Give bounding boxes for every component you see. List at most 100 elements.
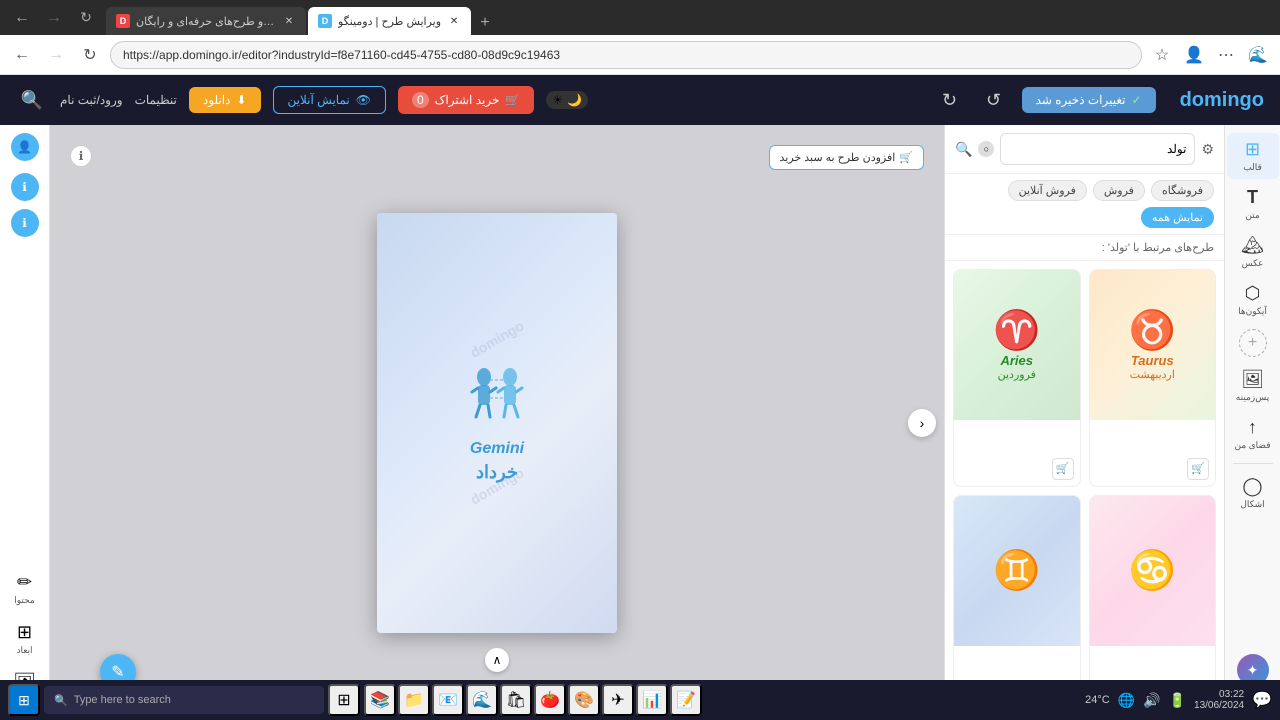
bg-icon: 🖼 [1241,369,1264,390]
notification-btn[interactable]: 💬 [1252,690,1272,710]
taskbar-file-btn[interactable]: 📁 [398,684,430,716]
aries-template-image: ♈ Aries فروردین [954,270,1080,420]
more-icon[interactable]: ⋯ [1212,41,1240,69]
address-input[interactable] [110,41,1142,69]
browser-controls: ← → ↻ [8,4,100,32]
show-all-btn[interactable]: نمایش همه [1141,207,1214,228]
bookmark-icon[interactable]: ☆ [1148,41,1176,69]
browser-tab-2[interactable]: D ویرایش طرح | دومینگو ✕ [308,7,471,35]
taskbar-pomodoro-btn[interactable]: 🍅 [534,684,566,716]
taskbar-excel-btn[interactable]: 📊 [636,684,668,716]
tab1-close[interactable]: ✕ [282,14,296,28]
search-header-icon[interactable]: 🔍 [16,84,48,116]
browser-reload-btn[interactable]: ↻ [72,4,100,32]
template-icon: ⊞ [1245,139,1260,160]
undo-button[interactable]: ↺ [978,84,1010,116]
template-cart-btn-taurus[interactable]: 🛒 [1187,458,1209,480]
tab2-favicon: D [318,14,332,28]
gemini-latin-text: Gemini [470,440,524,458]
taskbar-word-btn[interactable]: 📝 [670,684,702,716]
aries-name-persian: فروردین [998,368,1036,381]
subscribe-button[interactable]: 🛒 خرید اشتراک 0 [398,86,534,114]
filter-tag-online[interactable]: فروش آنلاین [1008,180,1087,201]
taskbar-paint-btn[interactable]: 🎨 [568,684,600,716]
settings-button[interactable]: تنظیمات [135,93,177,107]
taskbar-outlook-btn[interactable]: 📧 [432,684,464,716]
start-button[interactable]: ⊞ [8,684,40,716]
filter-tag-shop[interactable]: فروشگاه [1151,180,1214,201]
right-icon-myspace[interactable]: ↑ فضای من [1227,411,1279,457]
redo-button[interactable]: ↻ [934,84,966,116]
check-icon: ✓ [1132,93,1142,107]
right-icon-icons[interactable]: ⬡ آیکون‌ها [1227,277,1279,323]
browser-tabs: D قالب‌ها و طرح‌های حرفه‌ای و رایگان ✕ D… [106,0,1272,35]
task-view-btn[interactable]: ⊞ [328,684,360,716]
sun-icon: ☀ [552,93,563,107]
right-icon-shapes[interactable]: ◯ اشکال [1227,470,1279,516]
template-card-taurus[interactable]: ♉ Taurus اردیبهشت 🛒 [1089,269,1217,487]
canvas-bottom-toggle[interactable]: ∧ [485,648,509,672]
shapes-icon: ◯ [1242,476,1262,497]
right-icon-text[interactable]: T متن [1227,181,1279,227]
download-label: دانلود [203,93,231,107]
right-icon-photo[interactable]: 🏔 عکس [1227,229,1279,275]
right-icon-background[interactable]: 🖼 پس‌زمینه [1227,363,1279,409]
aries-figure-icon: ♈ [993,309,1040,353]
profile-icon[interactable]: 👤 [1180,41,1208,69]
icons-icon-label: آیکون‌ها [1238,306,1267,317]
taskbar-edge-btn[interactable]: 🌊 [466,684,498,716]
back-button[interactable]: ← [8,41,36,69]
canvas-next-arrow[interactable]: › [908,409,936,437]
template-card-aries[interactable]: ♈ Aries فروردین 🛒 [953,269,1081,487]
download-button[interactable]: ⬇ دانلود [189,87,261,113]
editor-body: 👤 ℹ ℹ ✏ محتوا ⊞ ابعاد 🖼 پس‌زمینه ℹ 🛒 افز… [0,125,1280,720]
windows-icon: ⊞ [18,692,30,709]
browser-forward-btn[interactable]: → [40,4,68,32]
dimensions-icon: ⊞ [17,622,32,643]
panel-search-icon[interactable]: 🔍 [955,141,972,158]
subscribe-count: 0 [412,92,429,108]
canvas-info-btn[interactable]: ℹ [70,145,92,167]
tab1-favicon: D [116,14,130,28]
aries-name-latin: Aries [1000,353,1033,368]
browser-back-btn[interactable]: ← [8,4,36,32]
theme-toggle[interactable]: 🌙 ☀ [546,91,588,109]
template-cart-btn-aries[interactable]: 🛒 [1052,458,1074,480]
subscribe-cart-icon: 🛒 [505,93,520,107]
taskbar-telegram-btn[interactable]: ✈ [602,684,634,716]
panel-search-input[interactable] [1000,133,1195,165]
info-icon-1[interactable]: ℹ [11,173,39,201]
reload-button[interactable]: ↻ [76,41,104,69]
gemini-svg [462,362,532,432]
login-button[interactable]: ورود/ثبت نام [60,93,123,107]
forward-button[interactable]: → [42,41,70,69]
info-icon-2[interactable]: ℹ [11,209,39,237]
canvas-frame: domingo domingo [377,213,617,633]
filter-tag-sale[interactable]: فروش [1093,180,1145,201]
preview-button[interactable]: 👁 نمایش آنلاین [273,86,386,114]
editor-wrapper: domingo ✓ تغییرات ذخیره شد ↺ ↻ 🌙 ☀ 🛒 خری… [0,75,1280,720]
add-to-cart-button[interactable]: 🛒 افزودن طرح به سبد خرید [769,145,925,170]
taskbar-search-placeholder: Type here to search [74,694,171,706]
tab1-label: قالب‌ها و طرح‌های حرفه‌ای و رایگان [136,15,276,28]
browser-tab-1[interactable]: D قالب‌ها و طرح‌های حرفه‌ای و رایگان ✕ [106,7,306,35]
save-button[interactable]: ✓ تغییرات ذخیره شد [1022,87,1156,113]
panel-filter-btn[interactable]: ⚙ [1201,141,1214,158]
taskbar-store-btn[interactable]: 🛍 [500,684,532,716]
edge-icon[interactable]: 🌊 [1244,41,1272,69]
watermark-1: domingo [467,317,526,360]
taskbar-search[interactable]: 🔍 Type here to search [44,686,324,714]
taskbar-time-display: 03:22 13/06/2024 [1194,689,1244,711]
tab2-close[interactable]: ✕ [447,14,461,28]
canvas-design: domingo domingo [377,213,617,633]
taskbar-chrome-btn[interactable]: 📚 [364,684,396,716]
right-icon-add[interactable]: + [1239,329,1267,357]
time-value: 03:22 [1219,689,1244,700]
right-icon-template[interactable]: ⊞ قالب [1227,133,1279,179]
sidebar-item-content[interactable]: ✏ محتوا [3,566,47,612]
myspace-icon: ↑ [1248,417,1257,438]
browser-chrome: ← → ↻ D قالب‌ها و طرح‌های حرفه‌ای و رایگ… [0,0,1280,35]
new-tab-button[interactable]: + [473,11,497,35]
sidebar-item-dimensions[interactable]: ⊞ ابعاد [3,616,47,662]
date-value: 13/06/2024 [1194,700,1244,711]
